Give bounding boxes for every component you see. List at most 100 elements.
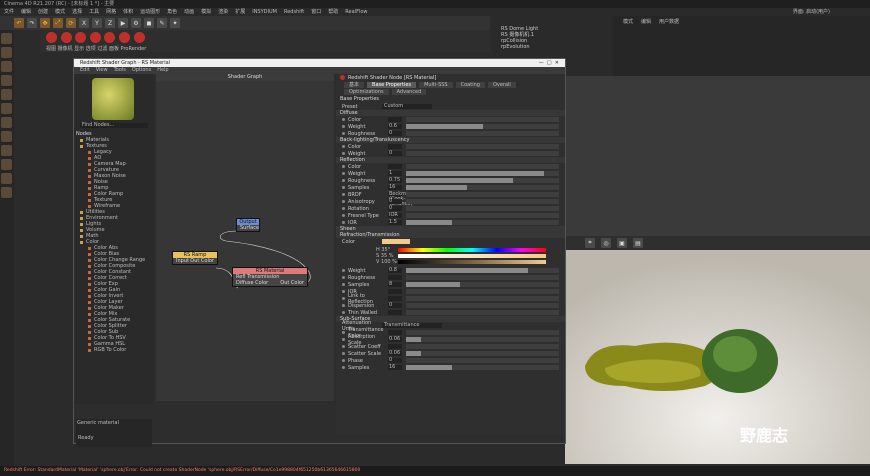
keyframe-dot-icon[interactable] — [342, 152, 345, 155]
property-value[interactable]: 1.5 — [388, 220, 402, 225]
keyframe-dot-icon[interactable] — [342, 366, 345, 369]
window-menu-item[interactable]: Tools — [114, 67, 126, 74]
tree-item[interactable]: RGB To Color — [74, 347, 154, 353]
property-value[interactable]: 0.75 — [388, 178, 402, 183]
window-menu-item[interactable]: View — [96, 67, 108, 74]
ramp-node[interactable]: RS Ramp Input Out Color — [172, 251, 218, 265]
window-menu-item[interactable]: Help — [157, 67, 168, 74]
pen-icon[interactable]: ✎ — [157, 18, 167, 28]
property-slider[interactable] — [406, 192, 559, 197]
tool-icon[interactable] — [1, 117, 12, 128]
property-value[interactable]: 0 — [388, 303, 402, 308]
keyframe-dot-icon[interactable] — [342, 221, 345, 224]
tool-icon[interactable] — [1, 173, 12, 184]
property-slider[interactable] — [406, 365, 559, 370]
keyframe-dot-icon[interactable] — [342, 359, 345, 362]
property-slider[interactable] — [406, 220, 559, 225]
menu-item[interactable]: INSYDIUM — [252, 8, 277, 16]
keyframe-dot-icon[interactable] — [342, 304, 345, 307]
redshift-icon[interactable] — [75, 32, 87, 43]
property-value[interactable]: 0 — [388, 151, 402, 156]
property-slider[interactable] — [406, 178, 559, 183]
y-axis-icon[interactable]: Y — [92, 18, 102, 28]
attribute-tab[interactable]: 模式 — [623, 18, 633, 25]
attribute-tab[interactable]: 用户数据 — [659, 18, 679, 25]
attenuation-dropdown[interactable]: Transmittance — [382, 323, 442, 328]
menu-item[interactable]: 扩展 — [235, 8, 245, 16]
keyframe-dot-icon[interactable] — [342, 193, 345, 196]
property-value[interactable]: Beckmann (Cook-Torrance) — [388, 192, 415, 207]
property-value[interactable] — [388, 296, 402, 301]
property-slider[interactable] — [406, 131, 559, 136]
keyframe-dot-icon[interactable] — [342, 290, 345, 293]
keyframe-dot-icon[interactable] — [342, 297, 345, 300]
property-slider[interactable] — [406, 171, 559, 176]
keyframe-dot-icon[interactable] — [342, 311, 345, 314]
redshift-icon[interactable] — [104, 32, 116, 43]
keyframe-dot-icon[interactable] — [342, 283, 345, 286]
tool-icon[interactable] — [1, 47, 12, 58]
property-slider[interactable] — [406, 164, 559, 169]
keyframe-dot-icon[interactable] — [342, 331, 345, 334]
keyframe-dot-icon[interactable] — [342, 172, 345, 175]
tab-0[interactable]: 基本 — [344, 82, 365, 88]
tool-icon[interactable] — [1, 187, 12, 198]
light-icon[interactable]: ✦ — [170, 18, 180, 28]
keyframe-dot-icon[interactable] — [342, 165, 345, 168]
property-slider[interactable] — [406, 124, 559, 129]
tool-icon[interactable] — [1, 131, 12, 142]
tool-icon[interactable] — [1, 75, 12, 86]
property-slider[interactable] — [406, 213, 559, 218]
camera-icon[interactable]: ◎ — [601, 238, 611, 248]
render-view-icon[interactable]: ▶ — [118, 18, 128, 28]
save-icon[interactable]: ▤ — [633, 238, 643, 248]
property-value[interactable]: 0 — [388, 206, 402, 211]
redshift-icon[interactable] — [89, 32, 101, 43]
property-slider[interactable] — [406, 144, 559, 149]
property-value[interactable]: 0.6 — [388, 124, 402, 129]
property-value[interactable] — [388, 275, 402, 280]
redshift-icon[interactable] — [60, 32, 72, 43]
property-slider[interactable] — [406, 310, 559, 315]
tab-6[interactable]: Advanced — [391, 89, 427, 95]
window-menu-item[interactable]: Options — [132, 67, 151, 74]
find-nodes-input[interactable]: Find Nodes... — [80, 123, 148, 128]
menu-item[interactable]: 模拟 — [201, 8, 211, 16]
property-value[interactable] — [388, 330, 402, 335]
property-value[interactable]: 0 — [388, 358, 402, 363]
shader-graph-canvas[interactable]: Output Surface RS Ramp Input Out Color RS… — [156, 81, 334, 401]
menu-item[interactable]: 窗口 — [311, 8, 321, 16]
tab-3[interactable]: Coating — [455, 82, 485, 88]
keyframe-dot-icon[interactable] — [342, 125, 345, 128]
menu-item[interactable]: 文件 — [4, 8, 14, 16]
property-value[interactable] — [388, 117, 402, 122]
property-slider[interactable] — [406, 337, 559, 342]
property-value[interactable]: 16 — [388, 185, 402, 190]
crop-icon[interactable]: ⌗ — [585, 238, 595, 248]
layout-label[interactable]: 界面: 启动(用户) — [793, 8, 830, 16]
menu-item[interactable]: 创建 — [38, 8, 48, 16]
property-slider[interactable] — [406, 330, 559, 335]
property-value[interactable] — [388, 289, 402, 294]
property-value[interactable]: 0 — [388, 199, 402, 204]
object-item[interactable]: rpEvolution — [493, 44, 613, 50]
property-value[interactable] — [388, 344, 402, 349]
property-slider[interactable] — [406, 344, 559, 349]
lock-icon[interactable]: ▣ — [617, 238, 627, 248]
keyframe-dot-icon[interactable] — [342, 200, 345, 203]
property-value[interactable]: 0.06 — [388, 351, 402, 356]
property-slider[interactable] — [406, 303, 559, 308]
property-value[interactable]: 0 — [388, 131, 402, 136]
keyframe-dot-icon[interactable] — [342, 186, 345, 189]
render-view[interactable] — [565, 236, 870, 464]
property-slider[interactable] — [406, 275, 559, 280]
menu-item[interactable]: 体积 — [123, 8, 133, 16]
hsv-slider[interactable] — [398, 254, 546, 258]
move-icon[interactable]: ✥ — [40, 18, 50, 28]
keyframe-dot-icon[interactable] — [342, 345, 345, 348]
color-picker[interactable]: H 35° S 35 % V 100 % — [376, 247, 546, 265]
tab-4[interactable]: Overall — [487, 82, 516, 88]
tool-icon[interactable] — [1, 159, 12, 170]
menu-item[interactable]: 工具 — [89, 8, 99, 16]
tab-2[interactable]: Multi-SSS — [419, 82, 453, 88]
